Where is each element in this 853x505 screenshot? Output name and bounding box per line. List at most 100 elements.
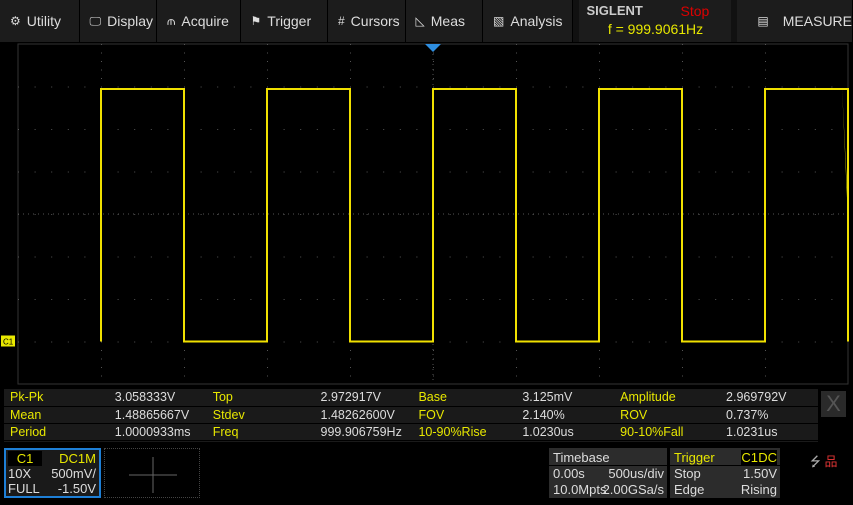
add-channel-button[interactable] <box>104 448 200 498</box>
grid-dot <box>366 171 368 173</box>
grid-dot <box>267 350 268 351</box>
grid-dot <box>449 256 451 258</box>
grid-dot <box>316 86 318 88</box>
measurement-label: 10-90%Rise <box>412 423 517 441</box>
grid-dot <box>67 129 69 130</box>
gear-icon: ⚙ <box>10 14 21 28</box>
grid-dot <box>51 171 53 173</box>
grid-dot <box>383 171 385 173</box>
grid-dot <box>184 44 185 45</box>
grid-dot <box>798 256 800 258</box>
grid-dot <box>615 129 617 130</box>
grid-dot <box>698 299 700 300</box>
grid-dot <box>731 129 733 130</box>
grid-dot <box>217 129 219 130</box>
grid-dot <box>516 86 517 88</box>
grid-dot <box>831 86 833 88</box>
plus-icon <box>129 457 177 493</box>
measurement-label: Amplitude <box>614 389 721 407</box>
grid-dot <box>283 341 285 343</box>
grid-dot <box>466 299 468 300</box>
grid-dot <box>300 299 302 300</box>
trigger-position-marker-icon <box>425 44 441 52</box>
measurement-value: 1.48262600V <box>314 406 413 424</box>
measurement-value: 3.125mV <box>516 389 615 407</box>
menu-cursors[interactable]: # Cursors <box>327 0 406 42</box>
status-panel: SIGLENT Stop f = 999.9061Hz <box>578 0 732 42</box>
grid-dot <box>632 341 634 343</box>
grid-dot <box>233 256 235 258</box>
grid-dot <box>466 86 468 88</box>
grid-dot <box>433 86 434 88</box>
grid-dot <box>51 299 53 300</box>
grid-dot <box>698 256 700 258</box>
close-measure-button[interactable]: X <box>821 391 846 417</box>
menu-utility[interactable]: ⚙ Utility <box>0 0 80 42</box>
grid-dot <box>499 299 501 300</box>
channel1-info[interactable]: C1 DC1M 10X 500mV/ FULL -1.50V <box>4 448 101 498</box>
run-status[interactable]: Stop <box>681 3 710 19</box>
grid-dot <box>516 375 517 377</box>
grid-dot <box>765 61 766 62</box>
grid-dot <box>814 86 816 88</box>
grid-dot <box>499 256 501 258</box>
measurement-value: 999.906759Hz <box>314 423 413 441</box>
grid-dot <box>482 341 484 343</box>
trigger-coupling: DC <box>758 450 777 465</box>
menu-acquire[interactable]: ⫙ Acquire <box>157 0 241 42</box>
grid-dot <box>665 299 667 300</box>
grid-dot <box>350 61 351 62</box>
grid-dot <box>632 256 634 258</box>
grid-dot <box>283 299 285 300</box>
grid-dot <box>665 171 667 173</box>
grid-dot <box>316 341 318 343</box>
timebase-panel[interactable]: Timebase 0.00s 500us/div 10.0Mpts 2.00GS… <box>549 448 667 498</box>
grid-dot <box>449 171 451 173</box>
menu-label: Cursors <box>350 13 400 29</box>
grid-dot <box>101 350 102 351</box>
measurement-table: Pk-Pk 3.058333V Top 2.972917V Base 3.125mV Amp… <box>4 389 818 442</box>
grid-dot <box>350 52 351 54</box>
menu-analysis[interactable]: ▧ Analysis <box>483 0 573 42</box>
menu-trigger[interactable]: ⚑ Trigger <box>240 0 328 42</box>
grid-dot <box>798 299 800 300</box>
grid-dot <box>433 61 434 62</box>
grid-dot <box>34 171 36 173</box>
measure-menu[interactable]: ▤ MEASURE <box>737 0 853 42</box>
grid-dot <box>399 86 401 88</box>
trigger-type: Edge <box>674 482 705 497</box>
grid-dot <box>101 367 102 368</box>
grid-dot <box>300 341 302 343</box>
waveform-display[interactable]: C1 <box>0 42 853 387</box>
trigger-panel[interactable]: Trigger C1 DC Stop 1.50V Edge Rising <box>670 448 780 498</box>
grid-dot <box>67 86 69 88</box>
menu-display[interactable]: 🖵 Display <box>79 0 158 42</box>
grid-dot <box>715 299 717 300</box>
grid-dot <box>416 299 418 300</box>
grid-dot <box>549 129 551 130</box>
sample-rate: 2.00GSa/s <box>602 482 664 497</box>
channel-coupling: DC1M <box>59 451 96 466</box>
grid-dot <box>682 367 683 368</box>
grid-dot <box>466 171 468 173</box>
grid-dot <box>18 341 19 343</box>
menu-label: Meas <box>430 13 465 29</box>
grid-dot <box>565 129 567 130</box>
grid-dot <box>416 86 418 88</box>
grid-dot <box>482 86 484 88</box>
grid-dot <box>482 129 484 130</box>
grid-dot <box>765 367 766 368</box>
grid-dot <box>350 367 351 368</box>
grid-dot <box>765 52 766 54</box>
grid-dot <box>433 367 434 368</box>
grid-dot <box>184 86 185 88</box>
menu-meas[interactable]: ◺ Meas <box>405 0 484 42</box>
grid-dot <box>150 341 152 343</box>
grid-dot <box>482 256 484 258</box>
grid-dot <box>34 86 36 88</box>
grid-dot <box>682 78 683 79</box>
grid-dot <box>217 256 219 258</box>
grid-dot <box>433 52 434 54</box>
grid-dot <box>549 299 551 300</box>
grid-dot <box>283 86 285 88</box>
